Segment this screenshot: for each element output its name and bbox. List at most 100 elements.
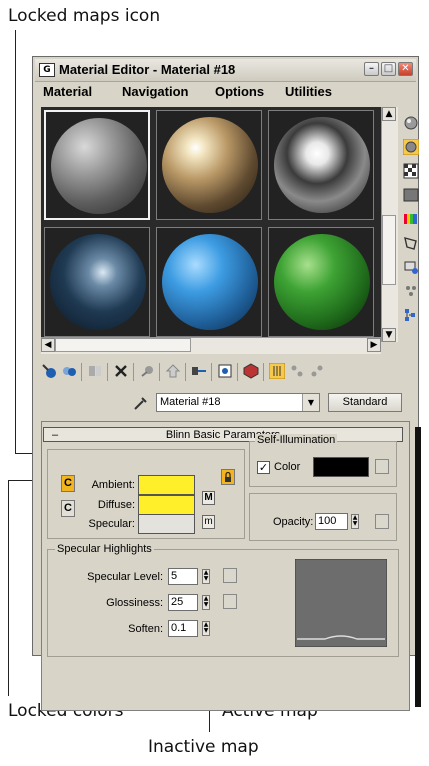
sample-slot-6[interactable] <box>268 227 374 337</box>
material-navigator-icon[interactable] <box>403 307 419 323</box>
show-end-result-icon[interactable] <box>243 363 259 379</box>
opacity-field[interactable]: 100 <box>315 513 348 530</box>
self-illumination-color-swatch[interactable] <box>313 457 369 477</box>
lock-icon: C <box>64 502 72 514</box>
leader-locked-maps-vertical <box>15 30 16 454</box>
make-preview-icon[interactable] <box>403 235 419 251</box>
menu-options[interactable]: Options <box>215 84 264 99</box>
ambient-color-swatch[interactable] <box>138 475 195 495</box>
material-name-field[interactable]: Material #18 ▼ <box>156 393 320 412</box>
specular-level-map-slot[interactable] <box>223 568 237 583</box>
menu-material[interactable]: Material <box>43 84 92 99</box>
self-illumination-checkbox[interactable]: ✓ <box>257 461 270 474</box>
sample-slot-3[interactable] <box>268 110 374 220</box>
ambient-label: Ambient: <box>91 479 135 491</box>
glossiness-map-slot[interactable] <box>223 594 237 609</box>
background-icon[interactable] <box>403 163 419 179</box>
diffuse-map-button-active[interactable]: M <box>202 491 215 505</box>
material-type-button[interactable]: Standard <box>328 393 402 412</box>
select-by-material-icon[interactable] <box>403 283 419 299</box>
specular-level-label: Specular Level: <box>87 571 163 583</box>
sample-sphere-gold <box>162 117 258 213</box>
horizontal-scroll-thumb[interactable] <box>55 338 191 352</box>
pick-material-icon[interactable] <box>309 363 325 379</box>
menu-bar: Material Navigation Options Utilities <box>35 83 416 101</box>
blinn-basic-parameters-rollout[interactable]: – Blinn Basic Parameters <box>43 427 403 442</box>
sample-slot-4[interactable] <box>44 227 150 337</box>
material-effects-icon[interactable] <box>191 363 207 379</box>
window-title: Material Editor - Material #18 <box>59 62 236 77</box>
sample-type-icon[interactable] <box>403 115 419 131</box>
sample-slots <box>41 107 381 353</box>
close-button[interactable]: ✕ <box>398 62 413 76</box>
opacity-spinner[interactable]: ▲ ▼ <box>351 514 359 529</box>
get-material-icon[interactable] <box>41 363 57 379</box>
specular-level-field[interactable]: 5 <box>168 568 198 585</box>
material-name-value: Material #18 <box>160 396 221 408</box>
backlight-icon[interactable] <box>403 139 419 155</box>
menu-navigation[interactable]: Navigation <box>122 84 188 99</box>
toolbar-separator <box>133 363 134 381</box>
menu-utilities[interactable]: Utilities <box>285 84 332 99</box>
sample-slot-2[interactable] <box>156 110 262 220</box>
opacity-map-slot[interactable] <box>375 514 389 529</box>
callout-locked-maps-icon: Locked maps icon <box>8 6 161 26</box>
sample-sphere-green <box>274 234 370 330</box>
toolbar-separator <box>159 363 160 381</box>
highlight-curve-graph <box>295 559 387 647</box>
assign-material-icon[interactable] <box>87 363 103 379</box>
specular-level-spinner[interactable]: ▲ ▼ <box>202 569 210 584</box>
sample-slots-vertical-scrollbar[interactable]: ▲ ▼ <box>381 107 398 342</box>
diffuse-color-swatch[interactable] <box>138 495 195 515</box>
self-illumination-map-slot[interactable] <box>375 459 389 474</box>
locked-colors-button[interactable]: C <box>61 475 75 492</box>
lock-icon: C <box>64 477 72 489</box>
leader-locked-colors-vertical <box>8 480 9 696</box>
toolbar-separator <box>263 363 264 381</box>
sample-slot-5[interactable] <box>156 227 262 337</box>
sample-slots-horizontal-scrollbar[interactable]: ◀ ▶ <box>41 337 381 354</box>
video-check-icon[interactable] <box>403 211 419 227</box>
minimize-button[interactable]: – <box>364 62 379 76</box>
sample-sphere-chrome <box>274 117 370 213</box>
scroll-left-button[interactable]: ◀ <box>41 338 55 352</box>
put-to-scene-icon[interactable] <box>61 363 77 379</box>
opacity-label: Opacity: <box>273 516 314 528</box>
uv-tiling-icon[interactable] <box>403 187 419 203</box>
panel-scrollbar[interactable] <box>415 427 421 707</box>
locked-maps-icon[interactable] <box>221 469 235 485</box>
scroll-right-button[interactable]: ▶ <box>367 338 381 352</box>
toolbar-separator <box>185 363 186 381</box>
diffuse-label: Diffuse: <box>97 499 135 511</box>
chevron-down-icon[interactable]: ▼ <box>302 394 319 411</box>
go-to-parent-icon[interactable] <box>269 363 285 379</box>
soften-label: Soften: <box>128 623 163 635</box>
show-map-icon[interactable] <box>217 363 233 379</box>
put-to-library-icon[interactable] <box>165 363 181 379</box>
locked-colors-button-2[interactable]: C <box>61 500 75 517</box>
toolbar-separator <box>81 363 82 381</box>
soften-field[interactable]: 0.1 <box>168 620 198 637</box>
self-illumination-title: Self-Illumination <box>255 434 338 446</box>
pick-material-from-object-icon[interactable] <box>133 395 149 411</box>
specular-highlights-title: Specular Highlights <box>55 543 154 555</box>
reset-icon[interactable] <box>113 363 129 379</box>
scroll-up-button[interactable]: ▲ <box>382 107 396 121</box>
title-bar: G Material Editor - Material #18 – □ ✕ <box>35 59 416 82</box>
padlock-icon <box>225 471 231 482</box>
glossiness-spinner[interactable]: ▲ ▼ <box>202 595 210 610</box>
make-copy-icon[interactable] <box>139 363 155 379</box>
sample-slot-1[interactable] <box>44 110 150 220</box>
soften-spinner[interactable]: ▲ ▼ <box>202 621 210 636</box>
sample-sphere-stone <box>51 118 147 214</box>
maximize-button[interactable]: □ <box>381 62 396 76</box>
vertical-scroll-thumb[interactable] <box>382 215 396 285</box>
scroll-down-button[interactable]: ▼ <box>382 328 396 342</box>
glossiness-field[interactable]: 25 <box>168 594 198 611</box>
material-editor-window: G Material Editor - Material #18 – □ ✕ M… <box>32 56 421 711</box>
specular-map-button-inactive[interactable]: m <box>202 515 215 529</box>
options-icon[interactable] <box>403 259 419 275</box>
specular-color-swatch[interactable] <box>138 514 195 534</box>
rollout-collapse-toggle[interactable]: – <box>52 428 58 442</box>
go-forward-icon[interactable] <box>289 363 305 379</box>
